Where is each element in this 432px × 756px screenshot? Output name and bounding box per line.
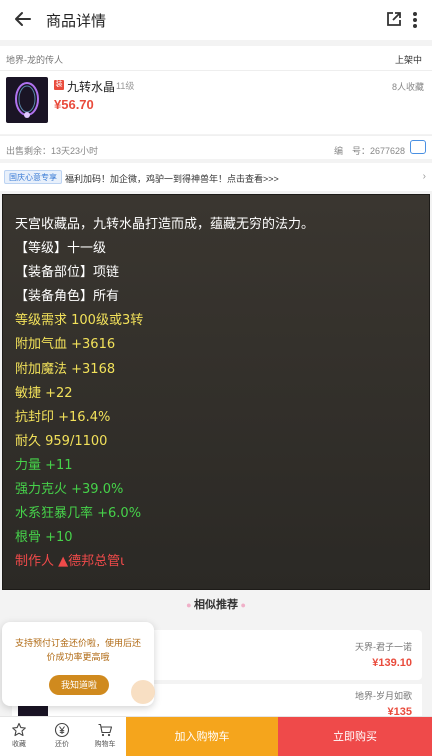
code-icon[interactable] xyxy=(410,140,426,154)
cart-icon xyxy=(98,723,113,737)
buy-now-button[interactable]: 立即购买 xyxy=(278,717,432,756)
desc-line: 【装备角色】所有 xyxy=(15,289,120,305)
item-level: 11级 xyxy=(116,81,135,91)
tip-text: 支持预付订金还价啦，使用后还价成功率更高哦 xyxy=(14,638,141,662)
share-icon[interactable] xyxy=(385,10,403,28)
item-thumbnail[interactable] xyxy=(6,77,48,123)
floating-bubble-icon[interactable] xyxy=(131,680,155,704)
desc-line: 附加气血 +3616 xyxy=(15,337,116,353)
item-price: ¥56.70 xyxy=(54,97,94,112)
page-title: 商品详情 xyxy=(46,13,107,30)
meta-row: 出售剩余：13天23小时 编 号：2677628 xyxy=(0,135,432,159)
desc-line: 强力克火 +39.0% xyxy=(15,482,124,498)
desc-line: 敏捷 +22 xyxy=(15,385,73,401)
desc-line: 抗封印 +16.4% xyxy=(15,409,111,425)
desc-line: 等级需求 100级或3转 xyxy=(15,313,144,329)
desc-line: 水系狂暴几率 +6.0% xyxy=(15,506,142,522)
add-to-cart-button[interactable]: 加入购物车 xyxy=(126,717,278,756)
back-arrow-icon[interactable] xyxy=(12,8,34,30)
star-icon xyxy=(12,722,26,737)
chevron-right-icon: › xyxy=(422,171,426,182)
item-code: 编 号：2677628 xyxy=(333,146,405,156)
promo-tag: 国庆心意专享 xyxy=(4,170,62,184)
decor-dots-icon: ● xyxy=(186,600,194,610)
favorite-count: 8人收藏 xyxy=(391,82,424,92)
top-bar: 商品详情 xyxy=(0,0,432,40)
cart-button[interactable]: 购物车 xyxy=(90,717,120,756)
cart-label: 购物车 xyxy=(94,741,116,748)
seller-row: 地界-龙的传人 上架中 xyxy=(0,46,432,70)
desc-line: 耐久 959/1100 xyxy=(15,433,108,449)
desc-line: 根骨 +10 xyxy=(15,530,73,546)
desc-line: 【装备部位】项链 xyxy=(15,265,120,281)
promo-text: 福利加码！加企微，鸡驴一到得神兽年！点击查看>>> xyxy=(65,174,279,184)
desc-line: 力量 +11 xyxy=(15,457,73,473)
item-description-panel: 天宫收藏品，九转水晶打造而成，蕴藏无穷的法力。 【等级】十一级 【装备部位】项链… xyxy=(2,194,430,590)
bargain-label: 还价 xyxy=(55,741,69,748)
recommend-seller: 天界-君子一诺 xyxy=(355,642,412,652)
decor-dots-icon: ● xyxy=(238,600,246,610)
item-card: 装 九转水晶 11级 ¥56.70 8人收藏 xyxy=(0,70,432,134)
item-name: 九转水晶 xyxy=(67,80,116,94)
recommend-title: 相似推荐 xyxy=(194,599,238,611)
recommend-seller: 地界-岁月如歌 xyxy=(355,691,412,701)
desc-line: 附加魔法 +3168 xyxy=(15,361,116,377)
recommend-heading: ● 相似推荐 ● xyxy=(0,596,432,612)
desc-line: 【等级】十一级 xyxy=(15,241,107,257)
recommend-price: ¥139.10 xyxy=(372,657,412,669)
promo-banner[interactable]: 国庆心意专享 福利加码！加企微，鸡驴一到得神兽年！点击查看>>> › xyxy=(0,163,432,191)
tip-dismiss-button[interactable]: 我知道啦 xyxy=(49,675,109,695)
bottom-action-bar: 收藏 还价 购物车 加入购物车 立即购买 xyxy=(0,716,432,756)
bargain-button[interactable]: 还价 xyxy=(47,717,77,756)
desc-line: 天宫收藏品，九转水晶打造而成，蕴藏无穷的法力。 xyxy=(15,217,315,232)
listing-status: 上架中 xyxy=(394,55,422,65)
favorite-label: 收藏 xyxy=(12,741,26,748)
desc-line: 制作人 ▲德邦总管ι xyxy=(15,554,125,570)
favorite-button[interactable]: 收藏 xyxy=(4,717,34,756)
seller-name[interactable]: 地界-龙的传人 xyxy=(6,53,63,66)
more-icon[interactable] xyxy=(410,10,420,30)
time-remaining: 出售剩余：13天23小时 xyxy=(6,146,99,156)
equipment-badge: 装 xyxy=(54,80,64,90)
yen-icon xyxy=(54,722,70,738)
